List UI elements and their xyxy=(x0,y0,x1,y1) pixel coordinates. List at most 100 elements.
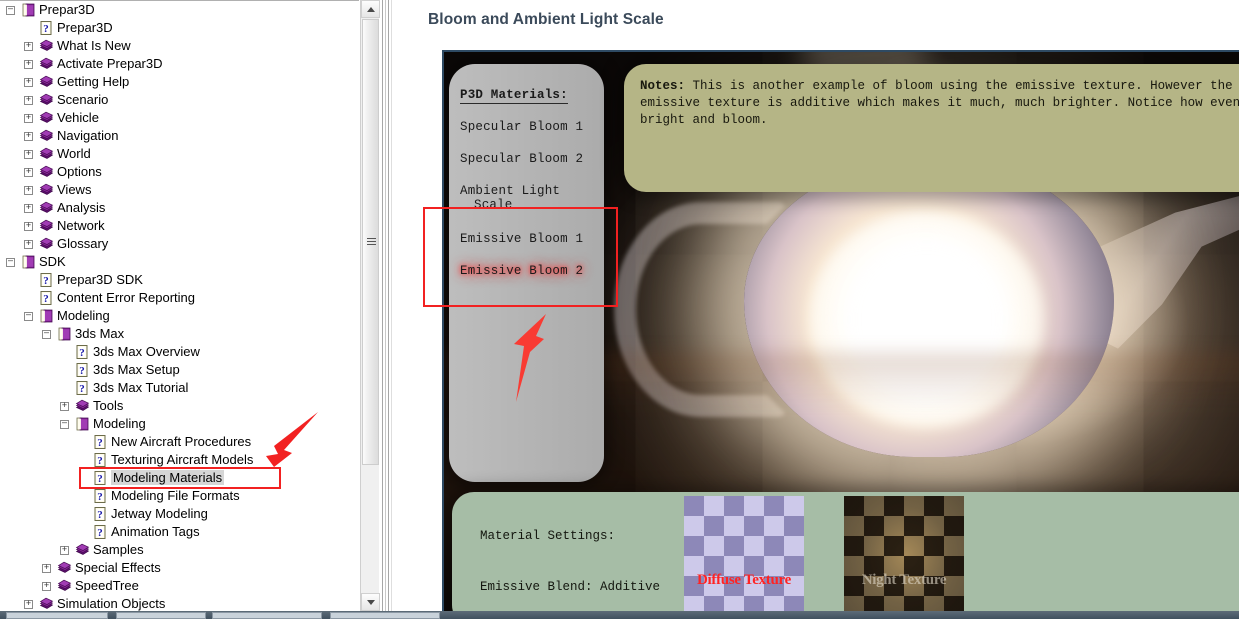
svg-text:?: ? xyxy=(97,527,103,539)
tree-item-3ds-max-tutorial[interactable]: ? 3ds Max Tutorial xyxy=(0,379,359,397)
tree-item-label: Tools xyxy=(93,398,124,413)
taskbar-button[interactable] xyxy=(6,612,108,619)
tree-item-views[interactable]: Views xyxy=(0,181,359,199)
open-book-icon xyxy=(21,255,36,269)
svg-text:?: ? xyxy=(79,383,85,395)
tree-item-label: Modeling xyxy=(93,416,146,431)
expand-toggle-icon[interactable] xyxy=(24,204,33,213)
tree-item-modeling[interactable]: Modeling xyxy=(0,415,359,433)
expand-toggle-icon[interactable] xyxy=(24,186,33,195)
expand-toggle-icon[interactable] xyxy=(42,564,51,573)
material-item-specular-bloom-2: Specular Bloom 2 xyxy=(460,152,584,166)
night-texture-swatch: Night Texture xyxy=(844,496,964,611)
tree-item-label: World xyxy=(57,146,91,161)
taskbar-button[interactable] xyxy=(116,612,206,619)
tree-item-jetway-modeling[interactable]: ? Jetway Modeling xyxy=(0,505,359,523)
expand-toggle-icon[interactable] xyxy=(24,78,33,87)
expand-toggle-icon[interactable] xyxy=(42,582,51,591)
book-icon xyxy=(39,237,54,251)
expand-toggle-icon[interactable] xyxy=(24,600,33,609)
taskbar-button[interactable] xyxy=(330,612,440,619)
material-item-specular-bloom-1: Specular Bloom 1 xyxy=(460,120,584,134)
tree-item-3ds-max-setup[interactable]: ? 3ds Max Setup xyxy=(0,361,359,379)
expand-toggle-icon[interactable] xyxy=(24,114,33,123)
scroll-down-button[interactable] xyxy=(361,593,380,611)
tree-item-simulation-objects[interactable]: Simulation Objects xyxy=(0,595,359,611)
book-icon xyxy=(39,201,54,215)
tree-scrollbar-thumb[interactable] xyxy=(362,19,379,465)
tree-item-prepar3d-sdk[interactable]: ? Prepar3D SDK xyxy=(0,271,359,289)
expand-toggle-icon[interactable] xyxy=(24,150,33,159)
tree-item-analysis[interactable]: Analysis xyxy=(0,199,359,217)
scrollbar-grip-icon xyxy=(367,238,376,246)
expand-toggle-icon[interactable] xyxy=(24,132,33,141)
material-item-emissive-bloom-1: Emissive Bloom 1 xyxy=(460,232,584,246)
tree-item-world[interactable]: World xyxy=(0,145,359,163)
collapse-toggle-icon[interactable] xyxy=(24,312,33,321)
materials-panel-title: P3D Materials: xyxy=(460,88,568,104)
pane-splitter[interactable] xyxy=(380,0,402,611)
tree-item-special-effects[interactable]: Special Effects xyxy=(0,559,359,577)
tree-item-modeling[interactable]: Modeling xyxy=(0,307,359,325)
tree-item-options[interactable]: Options xyxy=(0,163,359,181)
expand-toggle-icon[interactable] xyxy=(60,546,69,555)
expand-toggle-icon[interactable] xyxy=(24,168,33,177)
tree-vertical-scrollbar[interactable] xyxy=(360,0,380,611)
help-viewer-window: Prepar3D? Prepar3D What Is New Activate Pre… xyxy=(0,0,1239,619)
help-page-icon: ? xyxy=(39,273,54,287)
contents-tree-pane[interactable]: Prepar3D? Prepar3D What Is New Activate Pre… xyxy=(0,0,359,611)
svg-text:?: ? xyxy=(79,347,85,359)
tree-item-getting-help[interactable]: Getting Help xyxy=(0,73,359,91)
expand-toggle-icon[interactable] xyxy=(24,96,33,105)
book-icon xyxy=(39,597,54,611)
tree-item-modeling-file-formats[interactable]: ? Modeling File Formats xyxy=(0,487,359,505)
tree-item-prepar3d[interactable]: Prepar3D xyxy=(0,1,359,19)
book-icon xyxy=(39,111,54,125)
tree-item-vehicle[interactable]: Vehicle xyxy=(0,109,359,127)
tree-item-modeling-materials[interactable]: ? Modeling Materials xyxy=(0,469,359,487)
expand-toggle-icon[interactable] xyxy=(24,42,33,51)
collapse-toggle-icon[interactable] xyxy=(6,6,15,15)
tree-item-sdk[interactable]: SDK xyxy=(0,253,359,271)
contents-tree[interactable]: Prepar3D? Prepar3D What Is New Activate Pre… xyxy=(0,1,359,611)
tree-item-animation-tags[interactable]: ? Animation Tags xyxy=(0,523,359,541)
expand-toggle-icon[interactable] xyxy=(24,240,33,249)
book-icon xyxy=(39,219,54,233)
tree-item-scenario[interactable]: Scenario xyxy=(0,91,359,109)
tree-item-what-is-new[interactable]: What Is New xyxy=(0,37,359,55)
tree-item-new-aircraft-procedures[interactable]: ? New Aircraft Procedures xyxy=(0,433,359,451)
tree-item-label: SpeedTree xyxy=(75,578,139,593)
tree-item-network[interactable]: Network xyxy=(0,217,359,235)
p3d-materials-panel: P3D Materials: Specular Bloom 1 Specular… xyxy=(449,64,604,482)
tree-item-label: Texturing Aircraft Models xyxy=(111,452,254,467)
taskbar-button[interactable] xyxy=(212,612,322,619)
tree-item-3ds-max-overview[interactable]: ? 3ds Max Overview xyxy=(0,343,359,361)
tree-item-label: Modeling File Formats xyxy=(111,488,240,503)
tree-item-tools[interactable]: Tools xyxy=(0,397,359,415)
tree-item-prepar3d[interactable]: ? Prepar3D xyxy=(0,19,359,37)
tree-item-speedtree[interactable]: SpeedTree xyxy=(0,577,359,595)
help-topic-pane[interactable]: Bloom and Ambient Light Scale P3D Materi… xyxy=(402,0,1239,611)
tree-item-label: Vehicle xyxy=(57,110,99,125)
tree-item-3ds-max[interactable]: 3ds Max xyxy=(0,325,359,343)
tree-item-content-error-reporting[interactable]: ? Content Error Reporting xyxy=(0,289,359,307)
tree-item-activate-prepar3d[interactable]: Activate Prepar3D xyxy=(0,55,359,73)
tree-item-texturing-aircraft-models[interactable]: ? Texturing Aircraft Models xyxy=(0,451,359,469)
collapse-toggle-icon[interactable] xyxy=(6,258,15,267)
collapse-toggle-icon[interactable] xyxy=(42,330,51,339)
splitter-line xyxy=(391,0,392,611)
expand-toggle-icon[interactable] xyxy=(24,222,33,231)
svg-text:?: ? xyxy=(97,491,103,503)
tree-item-glossary[interactable]: Glossary xyxy=(0,235,359,253)
tree-item-label: Network xyxy=(57,218,105,233)
tree-item-navigation[interactable]: Navigation xyxy=(0,127,359,145)
expand-toggle-icon[interactable] xyxy=(24,60,33,69)
tree-item-label: Analysis xyxy=(57,200,106,215)
notes-callout: Notes: This is another example of bloom … xyxy=(624,64,1239,192)
expand-toggle-icon[interactable] xyxy=(60,402,69,411)
diffuse-texture-swatch: Diffuse Texture xyxy=(684,496,804,611)
figure-bloom-screenshot: P3D Materials: Specular Bloom 1 Specular… xyxy=(442,50,1239,611)
tree-item-samples[interactable]: Samples xyxy=(0,541,359,559)
collapse-toggle-icon[interactable] xyxy=(60,420,69,429)
scroll-up-button[interactable] xyxy=(361,0,380,18)
